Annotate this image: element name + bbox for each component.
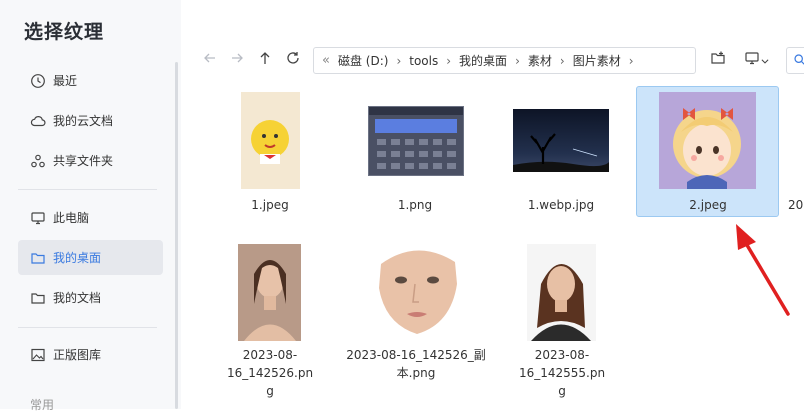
sidebar-item-label: 共享文件夹 <box>53 154 114 168</box>
file-item-selected[interactable]: 2.jpeg <box>636 86 779 217</box>
file-thumbnail <box>241 92 300 189</box>
monitor-icon <box>30 210 46 226</box>
file-name: 1.png <box>397 198 433 212</box>
share-icon <box>30 153 46 169</box>
breadcrumb-item[interactable]: 磁盘 (D:) <box>338 52 388 69</box>
sidebar-item-recent[interactable]: 最近 <box>18 63 163 98</box>
refresh-icon <box>285 50 301 70</box>
back-button[interactable] <box>200 50 220 70</box>
file-name: 2023-08-16_142555.pn g <box>518 348 606 398</box>
chevron-right-icon: › <box>559 53 565 68</box>
file-name: 2.jpeg <box>689 198 727 212</box>
file-thumbnail <box>513 109 609 172</box>
file-name: 1.jpeg <box>251 198 289 212</box>
folder-icon <box>30 290 46 306</box>
file-thumbnail <box>659 92 756 189</box>
breadcrumb[interactable]: « 磁盘 (D:) › tools › 我的桌面 › 素材 › 图片素材 › <box>313 47 696 74</box>
sidebar-item-cloud-docs[interactable]: 我的云文档 <box>18 103 163 138</box>
clock-icon <box>30 73 46 89</box>
chevron-down-icon <box>760 51 770 70</box>
breadcrumb-item[interactable]: tools <box>409 54 438 68</box>
double-chevron-left-icon[interactable]: « <box>322 53 330 68</box>
section-label-common: 常用 <box>30 398 55 412</box>
image-library-icon <box>30 347 46 363</box>
sidebar-item-label: 正版图库 <box>53 348 102 362</box>
dialog-title: 选择纹理 <box>24 21 105 43</box>
sidebar-divider <box>18 327 157 328</box>
breadcrumb-item[interactable]: 图片素材 <box>573 52 621 69</box>
chevron-right-icon: › <box>515 53 520 68</box>
arrow-up-icon <box>257 50 273 70</box>
file-name: 1.webp.jpg <box>527 198 595 212</box>
chevron-right-icon: › <box>628 53 634 68</box>
file-thumbnail <box>371 244 464 337</box>
file-thumbnail <box>238 244 301 341</box>
sidebar-item-my-desktop[interactable]: 我的桌面 <box>18 240 163 275</box>
monitor-icon <box>744 50 760 70</box>
refresh-button[interactable] <box>283 50 303 70</box>
sidebar-item-label: 最近 <box>53 74 78 88</box>
file-name: 2023-08-16_142526.pn g <box>226 348 314 398</box>
search-icon <box>793 51 804 70</box>
search-input[interactable] <box>786 47 804 74</box>
breadcrumb-item[interactable]: 素材 <box>528 52 552 69</box>
sidebar-scrollbar[interactable] <box>175 62 178 409</box>
sidebar-item-shared-folder[interactable]: 共享文件夹 <box>18 143 163 178</box>
sidebar-item-label: 我的云文档 <box>53 114 114 128</box>
sidebar-item-my-documents[interactable]: 我的文档 <box>18 280 163 315</box>
chevron-right-icon: › <box>396 53 402 68</box>
sidebar-item-label: 我的桌面 <box>53 251 102 265</box>
sidebar-item-image-library[interactable]: 正版图库 <box>18 337 163 372</box>
breadcrumb-item[interactable]: 我的桌面 <box>459 52 507 69</box>
file-name: 2023-08-16_142526_副 本.png <box>346 348 486 380</box>
new-folder-button[interactable] <box>708 50 728 70</box>
sidebar-divider <box>18 189 157 190</box>
file-thumbnail <box>368 106 464 176</box>
file-thumbnail <box>527 244 596 341</box>
sidebar-item-label: 我的文档 <box>53 291 102 305</box>
chevron-right-icon: › <box>446 53 452 68</box>
sidebar-item-this-pc[interactable]: 此电脑 <box>18 200 163 235</box>
annotation-arrow-icon <box>736 224 790 316</box>
sidebar: 选择纹理 最近 我的云文档 共享文件夹 此电脑 我的桌面 我的文档 正版图库 常… <box>0 0 181 412</box>
arrow-right-icon <box>229 50 245 70</box>
forward-button[interactable] <box>227 50 247 70</box>
arrow-left-icon <box>202 50 218 70</box>
folder-icon <box>30 250 46 266</box>
new-folder-icon <box>710 50 726 70</box>
cloud-icon <box>30 113 46 129</box>
sidebar-item-label: 此电脑 <box>53 211 90 225</box>
view-mode-button[interactable] <box>741 50 773 70</box>
up-button[interactable] <box>255 50 275 70</box>
file-name: 202 <box>788 198 804 212</box>
